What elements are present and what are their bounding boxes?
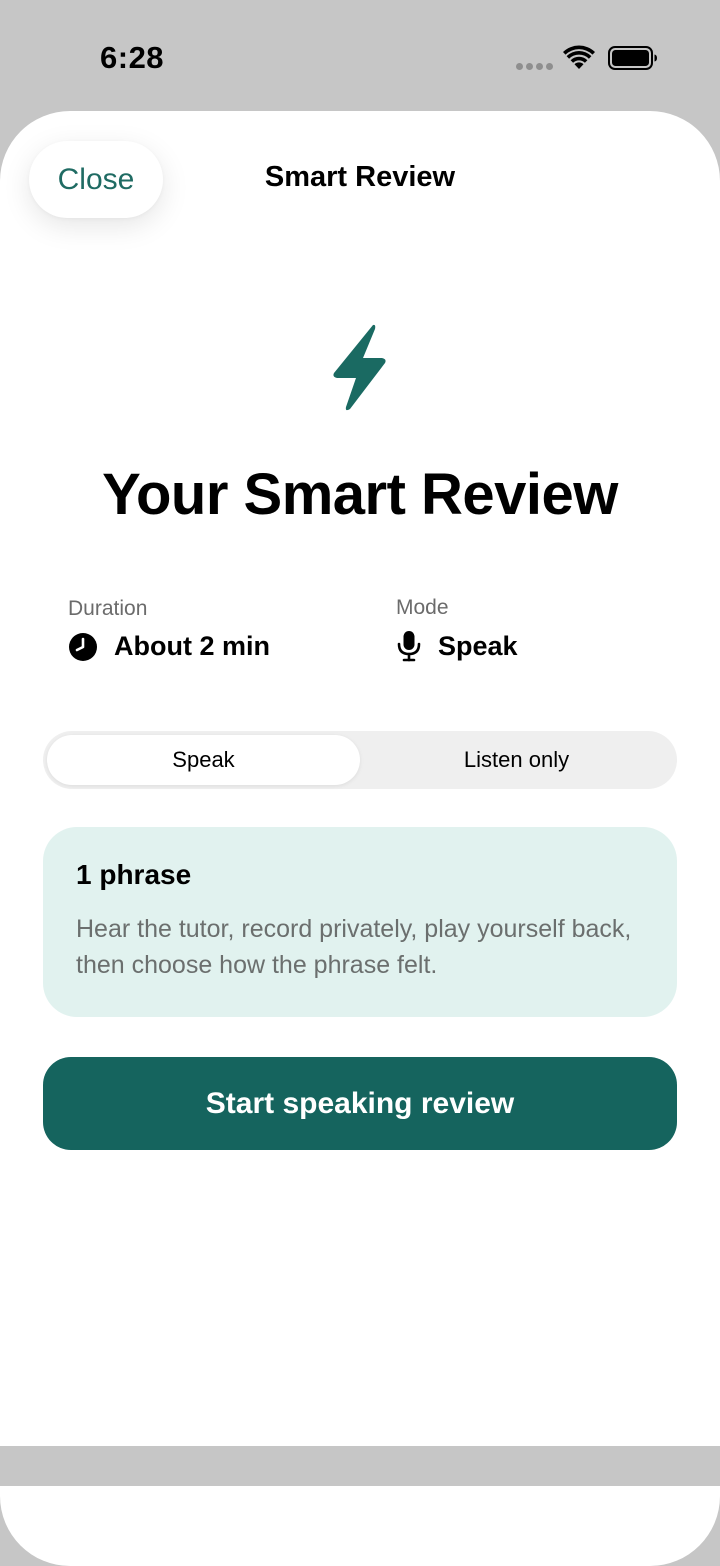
segment-listen-only[interactable]: Listen only [360, 735, 673, 785]
card-description: Hear the tutor, record privately, play y… [76, 915, 632, 979]
wifi-icon [563, 45, 595, 69]
microphone-icon [397, 631, 421, 662]
duration-info: Duration About 2 min [68, 597, 270, 662]
battery-icon [608, 46, 657, 70]
phrase-info-card: 1 phrase Hear the tutor, record privatel… [43, 827, 677, 1017]
start-speaking-review-button[interactable]: Start speaking review [43, 1057, 677, 1150]
segment-speak[interactable]: Speak [47, 735, 360, 785]
page-title: Smart Review [264, 161, 456, 193]
mode-info: Mode Speak [396, 596, 518, 662]
card-title: 1 phrase [76, 859, 192, 890]
status-bar: 6:28 [0, 0, 720, 112]
mode-value: Speak [438, 630, 518, 661]
hero-title: Your Smart Review [102, 462, 618, 527]
mode-segmented-control: Speak Listen only [43, 731, 677, 789]
bolt-icon [333, 324, 386, 411]
review-sheet: Close Smart Review Your Smart Review Dur… [0, 111, 720, 1566]
status-time: 6:28 [100, 40, 165, 75]
clock-icon [69, 632, 97, 661]
cellular-signal-icon [516, 63, 553, 70]
duration-value: About 2 min [114, 631, 270, 661]
duration-label: Duration [68, 597, 148, 620]
mode-label: Mode [396, 596, 449, 619]
